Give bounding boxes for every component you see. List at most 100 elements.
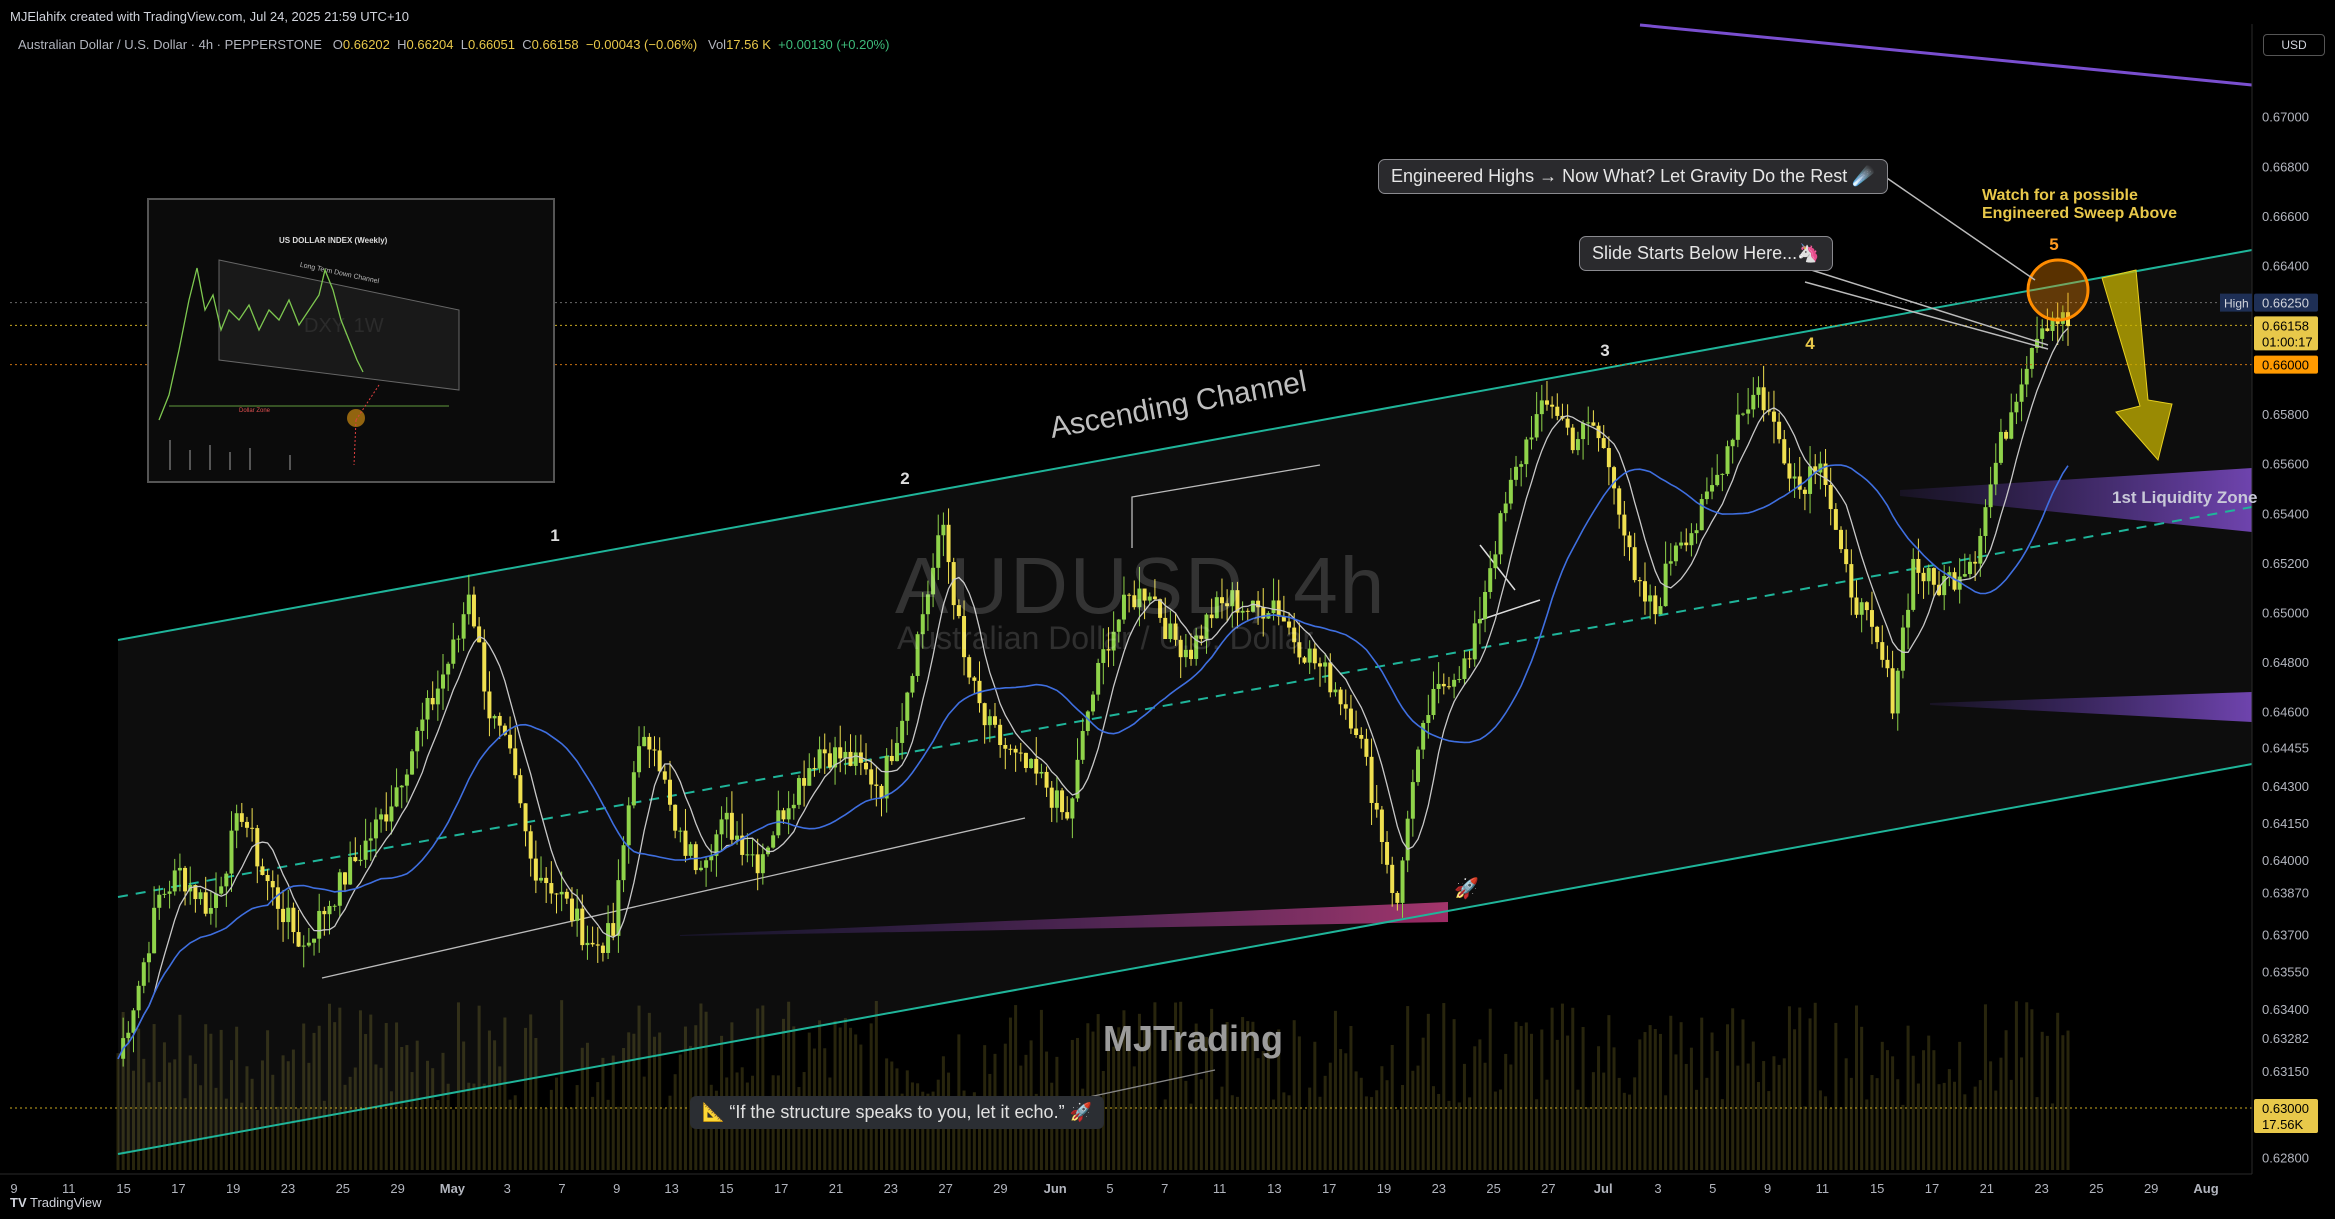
candle-body <box>167 891 172 894</box>
volume-bar <box>1431 1086 1435 1170</box>
volume-bar <box>1344 1053 1348 1170</box>
volume-bar <box>1612 1047 1616 1170</box>
symbol-watermark-sub: Australian Dollar / U.S. Dollar <box>897 620 1314 656</box>
price-tick: 0.63700 <box>2262 928 2309 943</box>
volume-bar <box>1483 1062 1487 1170</box>
volume-bar <box>673 1074 677 1170</box>
candle-body <box>1436 683 1441 689</box>
volume-bar <box>1638 1039 1642 1170</box>
watch-note-line1: Watch for a possible <box>1982 187 2138 204</box>
time-tick: 17 <box>774 1181 788 1196</box>
price-tick: 0.63150 <box>2262 1064 2309 1079</box>
tradingview-logo[interactable]: TV TradingView <box>10 1195 102 1210</box>
candle-body <box>745 854 750 856</box>
candle-body <box>415 730 420 752</box>
candle-body <box>724 812 729 820</box>
candle-body <box>1400 860 1405 903</box>
volume-bar <box>1555 1039 1559 1170</box>
candle-body <box>2019 384 2024 402</box>
time-tick: 27 <box>1541 1181 1555 1196</box>
candle-body <box>1617 488 1622 515</box>
candle-body <box>446 663 451 675</box>
price-badge-value: 0.63000 <box>2262 1101 2309 1116</box>
candle-body <box>1405 818 1410 861</box>
candle-body <box>822 749 827 754</box>
time-tick: Jul <box>1594 1181 1613 1196</box>
price-tick: 0.66600 <box>2262 209 2309 224</box>
symbol-name[interactable]: Australian Dollar / U.S. Dollar · 4h · P… <box>18 37 322 52</box>
volume-bar <box>1282 1092 1286 1170</box>
candle-body <box>1875 626 1880 643</box>
volume-bar <box>1560 1003 1564 1170</box>
candle-body <box>1529 437 1534 440</box>
candle-body <box>1622 514 1627 536</box>
candle-body <box>183 867 188 892</box>
price-tick: 0.65000 <box>2262 605 2309 620</box>
time-tick: 29 <box>2144 1181 2158 1196</box>
volume-bar <box>2014 1001 2018 1170</box>
candle-body <box>941 524 946 536</box>
volume-bar <box>1999 1057 2003 1170</box>
watch-note: Watch for a possible Engineered Sweep Ab… <box>1982 187 2177 223</box>
candle-body <box>291 907 296 933</box>
volume-bar <box>1617 1077 1621 1170</box>
candle-body <box>162 893 167 895</box>
candle-body <box>1008 748 1013 750</box>
candle-body <box>312 938 317 943</box>
candle-body <box>1018 752 1023 754</box>
volume-bar <box>1272 1099 1276 1170</box>
wave-label-4: 4 <box>1805 334 1815 353</box>
candle-body <box>255 828 260 867</box>
candle-body <box>1715 474 1720 486</box>
volume-bar <box>1798 1007 1802 1170</box>
candle-body <box>719 819 724 835</box>
candle-body <box>544 877 549 884</box>
volume-bar <box>1529 1033 1533 1170</box>
candle-body <box>379 814 384 820</box>
candle-body <box>735 835 740 840</box>
price-tick: 0.65200 <box>2262 556 2309 571</box>
volume-bar <box>1715 1051 1719 1170</box>
volume-bar <box>1339 1049 1343 1170</box>
volume-bar <box>1674 1054 1678 1170</box>
candle-body <box>817 749 822 769</box>
candle-body <box>781 810 786 820</box>
candle-body <box>131 1010 136 1033</box>
currency-button[interactable]: USD <box>2263 34 2325 56</box>
candle-body <box>420 719 425 731</box>
time-tick: 25 <box>336 1181 350 1196</box>
price-tick: 0.64600 <box>2262 705 2309 720</box>
volume-bar <box>1880 1041 1884 1170</box>
volume-bar <box>1364 1096 1368 1170</box>
volume-bar <box>1746 1063 1750 1170</box>
candle-body <box>1317 663 1322 667</box>
wave-label-1: 1 <box>550 526 559 545</box>
time-tick: 7 <box>1161 1181 1168 1196</box>
watch-note-line2: Engineered Sweep Above <box>1982 205 2178 222</box>
volume-bar <box>1411 1070 1415 1170</box>
time-tick: 27 <box>938 1181 952 1196</box>
volume-bar <box>1813 1002 1817 1170</box>
candle-body <box>755 854 760 874</box>
candle-body <box>528 831 533 859</box>
volume-bar <box>606 1099 610 1170</box>
candle-body <box>141 962 146 986</box>
candle-body <box>1029 758 1034 769</box>
time-tick: 5 <box>1106 1181 1113 1196</box>
volume-bar <box>1493 1091 1497 1170</box>
candle-body <box>2029 347 2034 369</box>
volume-bar <box>1447 1100 1451 1170</box>
time-tick: 9 <box>613 1181 620 1196</box>
volume-bar <box>1963 1094 1967 1170</box>
time-tick: 15 <box>1870 1181 1884 1196</box>
time-tick: 9 <box>10 1181 17 1196</box>
volume-bar <box>1756 1082 1760 1170</box>
open-label: O <box>332 37 343 52</box>
volume-bar <box>1793 1029 1797 1170</box>
candle-body <box>1333 689 1338 693</box>
candle-body <box>1416 749 1420 783</box>
candle-body <box>678 830 683 832</box>
volume-bar <box>1591 1072 1595 1170</box>
time-tick: 21 <box>829 1181 843 1196</box>
candle-body <box>1570 427 1575 451</box>
